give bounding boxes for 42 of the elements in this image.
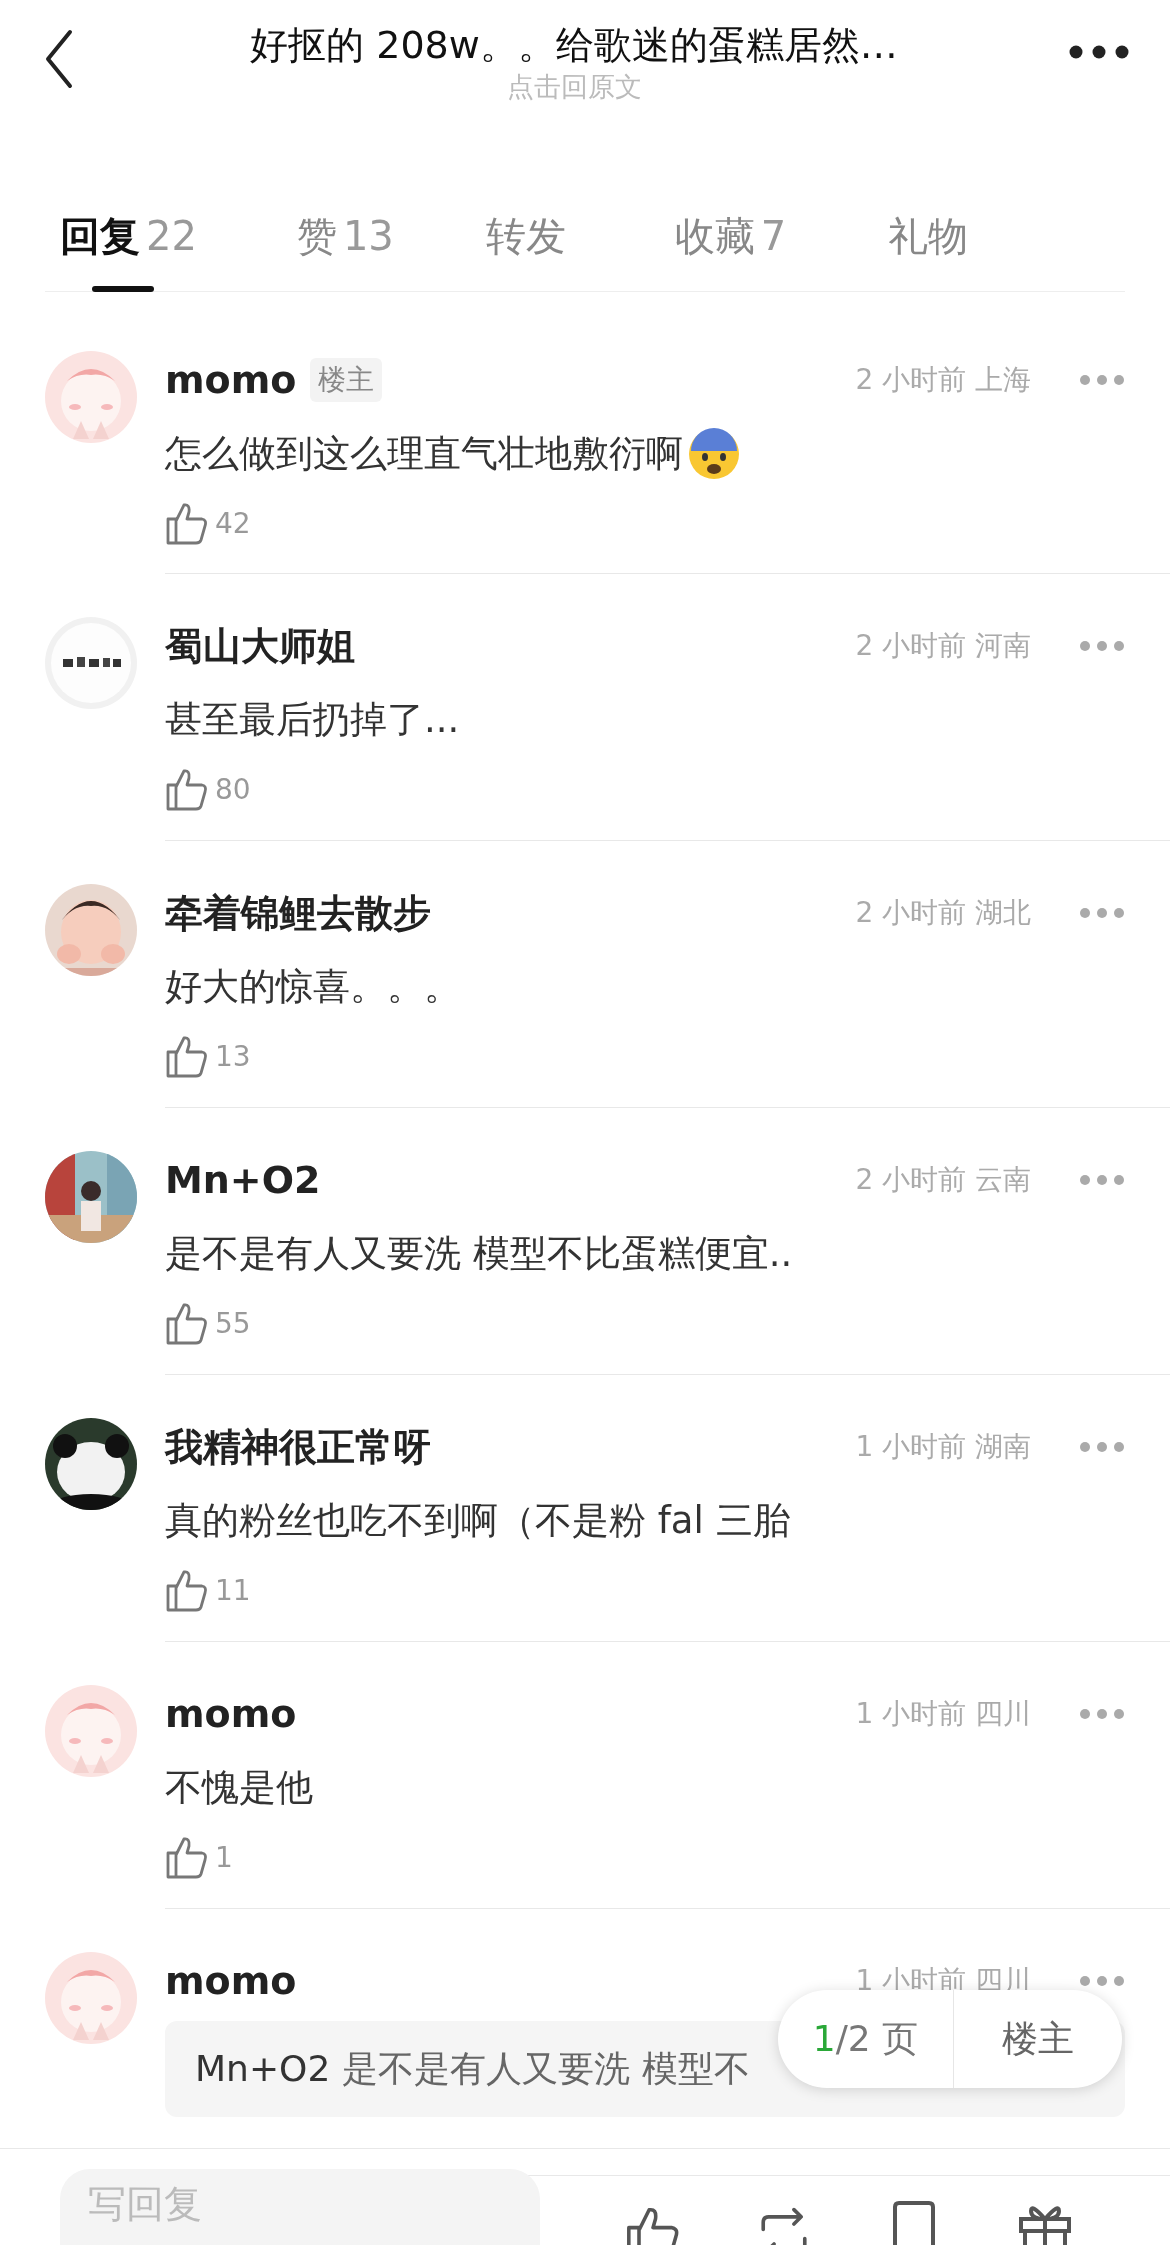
tab[interactable]: 回复 22 (60, 179, 197, 292)
comment-text: 是不是有人又要洗 模型不比蛋糕便宜.. (165, 1231, 793, 1277)
comment-meta: 2 小时前 云南 (855, 1162, 1031, 1198)
tab[interactable]: 转发 (485, 179, 566, 292)
user-name[interactable]: 牵着锦鲤去散步 (165, 885, 431, 941)
user-name[interactable]: Mn+O2 (165, 1152, 321, 1208)
comment-meta: 2 小时前 河南 (855, 628, 1031, 664)
comment-meta: 1 小时前 湖南 (855, 1429, 1031, 1465)
comment-text: 怎么做到这么理直气壮地敷衍啊 (165, 431, 683, 477)
comment-text: 甚至最后扔掉了... (165, 697, 460, 743)
user-name[interactable]: 蜀山大师姐 (165, 618, 355, 674)
tab[interactable]: 礼物 (888, 179, 969, 292)
user-name[interactable]: 我精神很正常呀 (165, 1419, 431, 1475)
comment-meta: 1 小时前 四川 (855, 1696, 1031, 1732)
comment-text: 不愧是他 (165, 1765, 313, 1811)
like-icon[interactable] (165, 1034, 209, 1080)
like-count: 1 (215, 1840, 233, 1876)
like-icon[interactable] (165, 1835, 209, 1881)
like-count: 80 (215, 772, 251, 808)
tab[interactable]: 收藏 7 (674, 179, 787, 292)
comment-meta: 2 小时前 上海 (855, 362, 1031, 398)
like-icon[interactable] (165, 1568, 209, 1614)
like-count: 11 (215, 1573, 251, 1609)
reply-field[interactable]: 写回复 (60, 2169, 540, 2245)
like-count: 42 (215, 506, 251, 542)
page-switcher[interactable]: 1/2 页 楼主 (778, 1990, 1122, 2088)
user-name[interactable]: momo (165, 1686, 297, 1742)
user-name[interactable]: momo (165, 1953, 297, 2009)
like-icon[interactable] (165, 1301, 209, 1347)
fearful-emoji-icon (687, 427, 741, 481)
comment-text: 真的粉丝也吃不到啊（不是粉 fal 三胎 (165, 1498, 790, 1544)
post-title: 好抠的 208w。。给歌迷的蛋糕居然… (249, 22, 899, 69)
like-icon[interactable] (165, 501, 209, 547)
like-icon[interactable] (165, 767, 209, 813)
like-count: 13 (215, 1039, 251, 1075)
tab[interactable]: 赞 13 (296, 179, 394, 292)
user-name[interactable]: momo (165, 352, 297, 408)
like-count: 55 (215, 1306, 251, 1342)
author-tag: 楼主 (310, 358, 383, 402)
comment-meta: 2 小时前 湖北 (855, 895, 1031, 931)
comment-text: 好大的惊喜。。。 (165, 964, 461, 1010)
more-icon[interactable] (1068, 44, 1130, 60)
